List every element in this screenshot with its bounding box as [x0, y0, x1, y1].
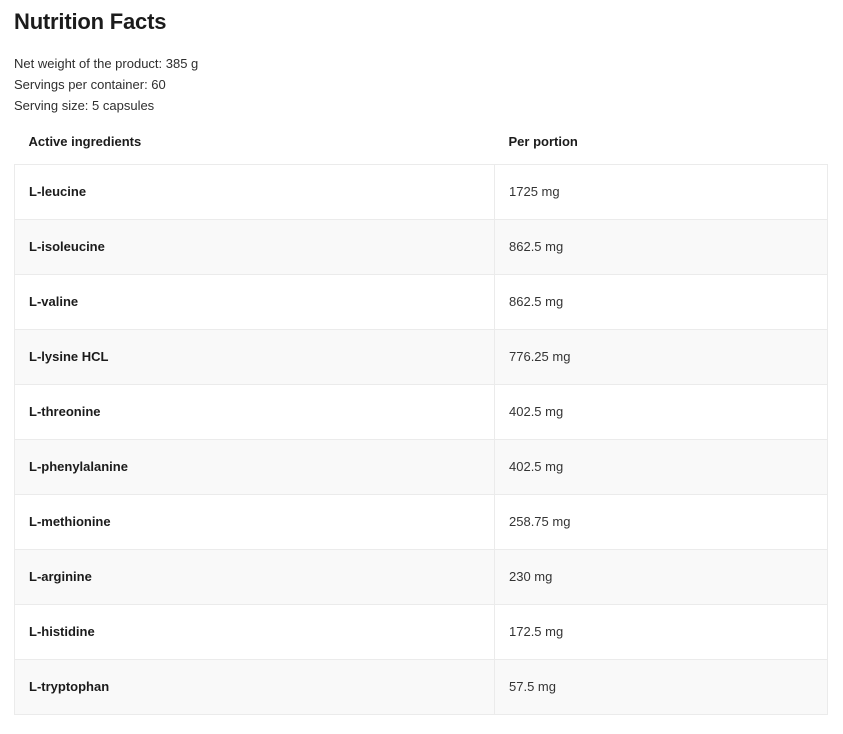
ingredient-value: 402.5 mg	[495, 385, 828, 440]
table-body: L-leucine 1725 mg L-isoleucine 862.5 mg …	[15, 165, 828, 715]
meta-servings-per-container: Servings per container: 60	[14, 74, 843, 95]
nutrition-table-container: Active ingredients Per portion L-leucine…	[0, 133, 843, 715]
product-meta-block: Net weight of the product: 385 g Serving…	[0, 36, 843, 116]
page-title: Nutrition Facts	[0, 0, 843, 36]
ingredient-value: 172.5 mg	[495, 605, 828, 660]
ingredient-value: 258.75 mg	[495, 495, 828, 550]
table-row: L-methionine 258.75 mg	[15, 495, 828, 550]
table-row: L-threonine 402.5 mg	[15, 385, 828, 440]
table-row: L-isoleucine 862.5 mg	[15, 220, 828, 275]
column-header-per-portion: Per portion	[495, 133, 828, 165]
table-header: Active ingredients Per portion	[15, 133, 828, 165]
ingredient-name: L-threonine	[15, 385, 495, 440]
ingredient-value: 57.5 mg	[495, 660, 828, 715]
meta-net-weight: Net weight of the product: 385 g	[14, 53, 843, 74]
ingredient-value: 862.5 mg	[495, 275, 828, 330]
ingredient-value: 776.25 mg	[495, 330, 828, 385]
ingredient-value: 230 mg	[495, 550, 828, 605]
ingredient-name: L-tryptophan	[15, 660, 495, 715]
ingredient-name: L-methionine	[15, 495, 495, 550]
column-header-active-ingredients: Active ingredients	[15, 133, 495, 165]
ingredient-name: L-leucine	[15, 165, 495, 220]
ingredient-name: L-lysine HCL	[15, 330, 495, 385]
table-row: L-arginine 230 mg	[15, 550, 828, 605]
table-row: L-phenylalanine 402.5 mg	[15, 440, 828, 495]
table-row: L-valine 862.5 mg	[15, 275, 828, 330]
table-row: L-histidine 172.5 mg	[15, 605, 828, 660]
table-row: L-lysine HCL 776.25 mg	[15, 330, 828, 385]
meta-serving-size: Serving size: 5 capsules	[14, 95, 843, 116]
table-row: L-tryptophan 57.5 mg	[15, 660, 828, 715]
table-row: L-leucine 1725 mg	[15, 165, 828, 220]
ingredient-name: L-valine	[15, 275, 495, 330]
ingredient-value: 862.5 mg	[495, 220, 828, 275]
nutrition-table: Active ingredients Per portion L-leucine…	[14, 133, 828, 715]
ingredient-name: L-phenylalanine	[15, 440, 495, 495]
ingredient-name: L-histidine	[15, 605, 495, 660]
ingredient-value: 1725 mg	[495, 165, 828, 220]
table-header-row: Active ingredients Per portion	[15, 133, 828, 165]
ingredient-name: L-isoleucine	[15, 220, 495, 275]
nutrition-facts-page: Nutrition Facts Net weight of the produc…	[0, 0, 843, 734]
ingredient-value: 402.5 mg	[495, 440, 828, 495]
ingredient-name: L-arginine	[15, 550, 495, 605]
